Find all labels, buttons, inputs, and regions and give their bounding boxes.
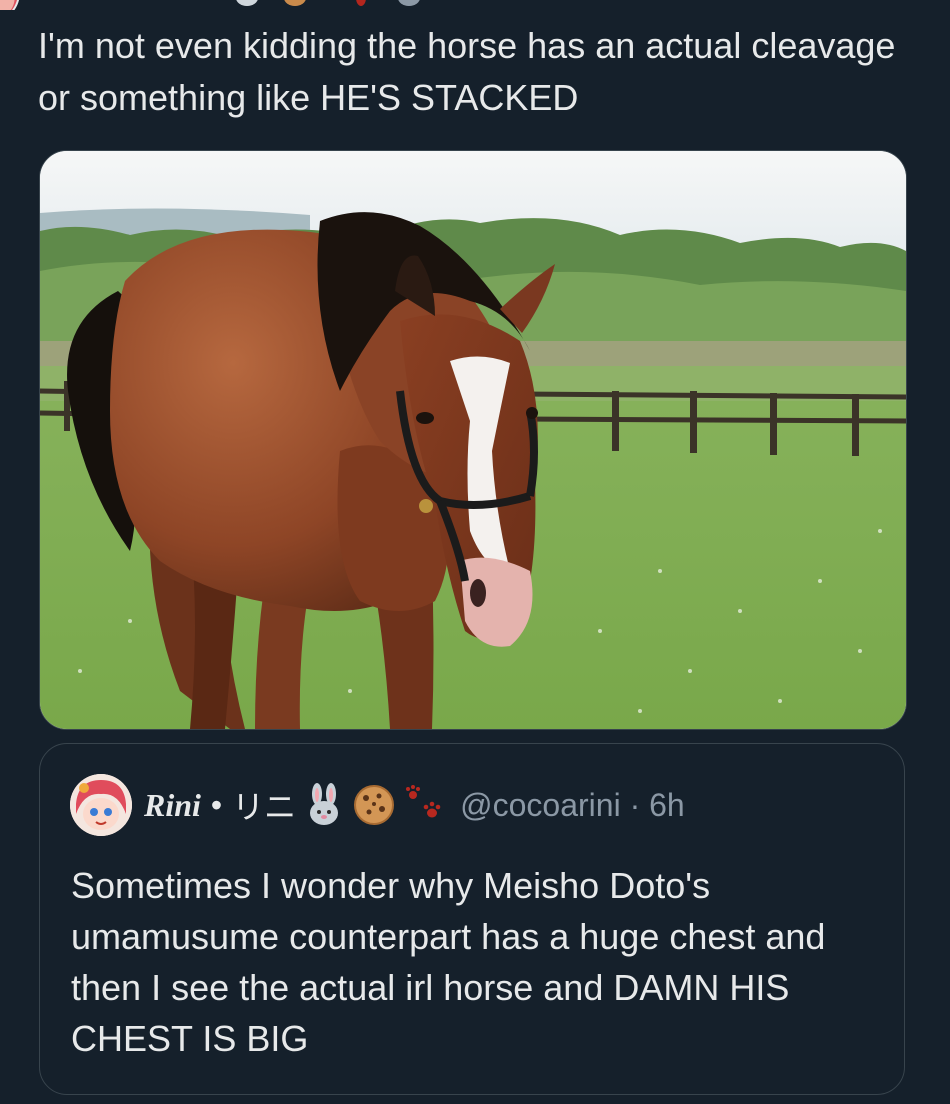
quote-display-name[interactable]: Rini <box>144 787 201 824</box>
author-avatar[interactable] <box>0 0 20 10</box>
quoted-tweet[interactable]: Rini • リニ @cocoarini · 6h Sometimes I wo… <box>39 743 905 1095</box>
avatar-image <box>70 774 132 836</box>
quote-handle-time[interactable]: @cocoarini · 6h <box>460 787 685 824</box>
tweet-photo[interactable] <box>39 150 907 730</box>
cookie-icon <box>352 783 396 827</box>
rabbit-icon <box>236 0 258 6</box>
tweet-view: I'm not even kidding the horse has an ac… <box>0 0 950 1104</box>
paw-prints-icon <box>356 0 366 6</box>
rabbit-icon <box>302 783 346 827</box>
quote-name-kana[interactable]: リニ <box>232 782 296 828</box>
quote-text: Sometimes I wonder why Meisho Doto's uma… <box>71 865 826 1059</box>
quote-header: Rini • リニ @cocoarini · 6h <box>70 774 685 836</box>
more-icon <box>398 0 420 6</box>
tweet-text: I'm not even kidding the horse has an ac… <box>38 25 896 118</box>
quote-avatar[interactable] <box>70 774 132 836</box>
cookie-icon <box>284 0 306 6</box>
horse-photo <box>40 151 906 729</box>
name-separator: • <box>210 786 223 823</box>
paw-prints-icon <box>402 783 446 827</box>
previous-header-strip <box>0 0 950 10</box>
